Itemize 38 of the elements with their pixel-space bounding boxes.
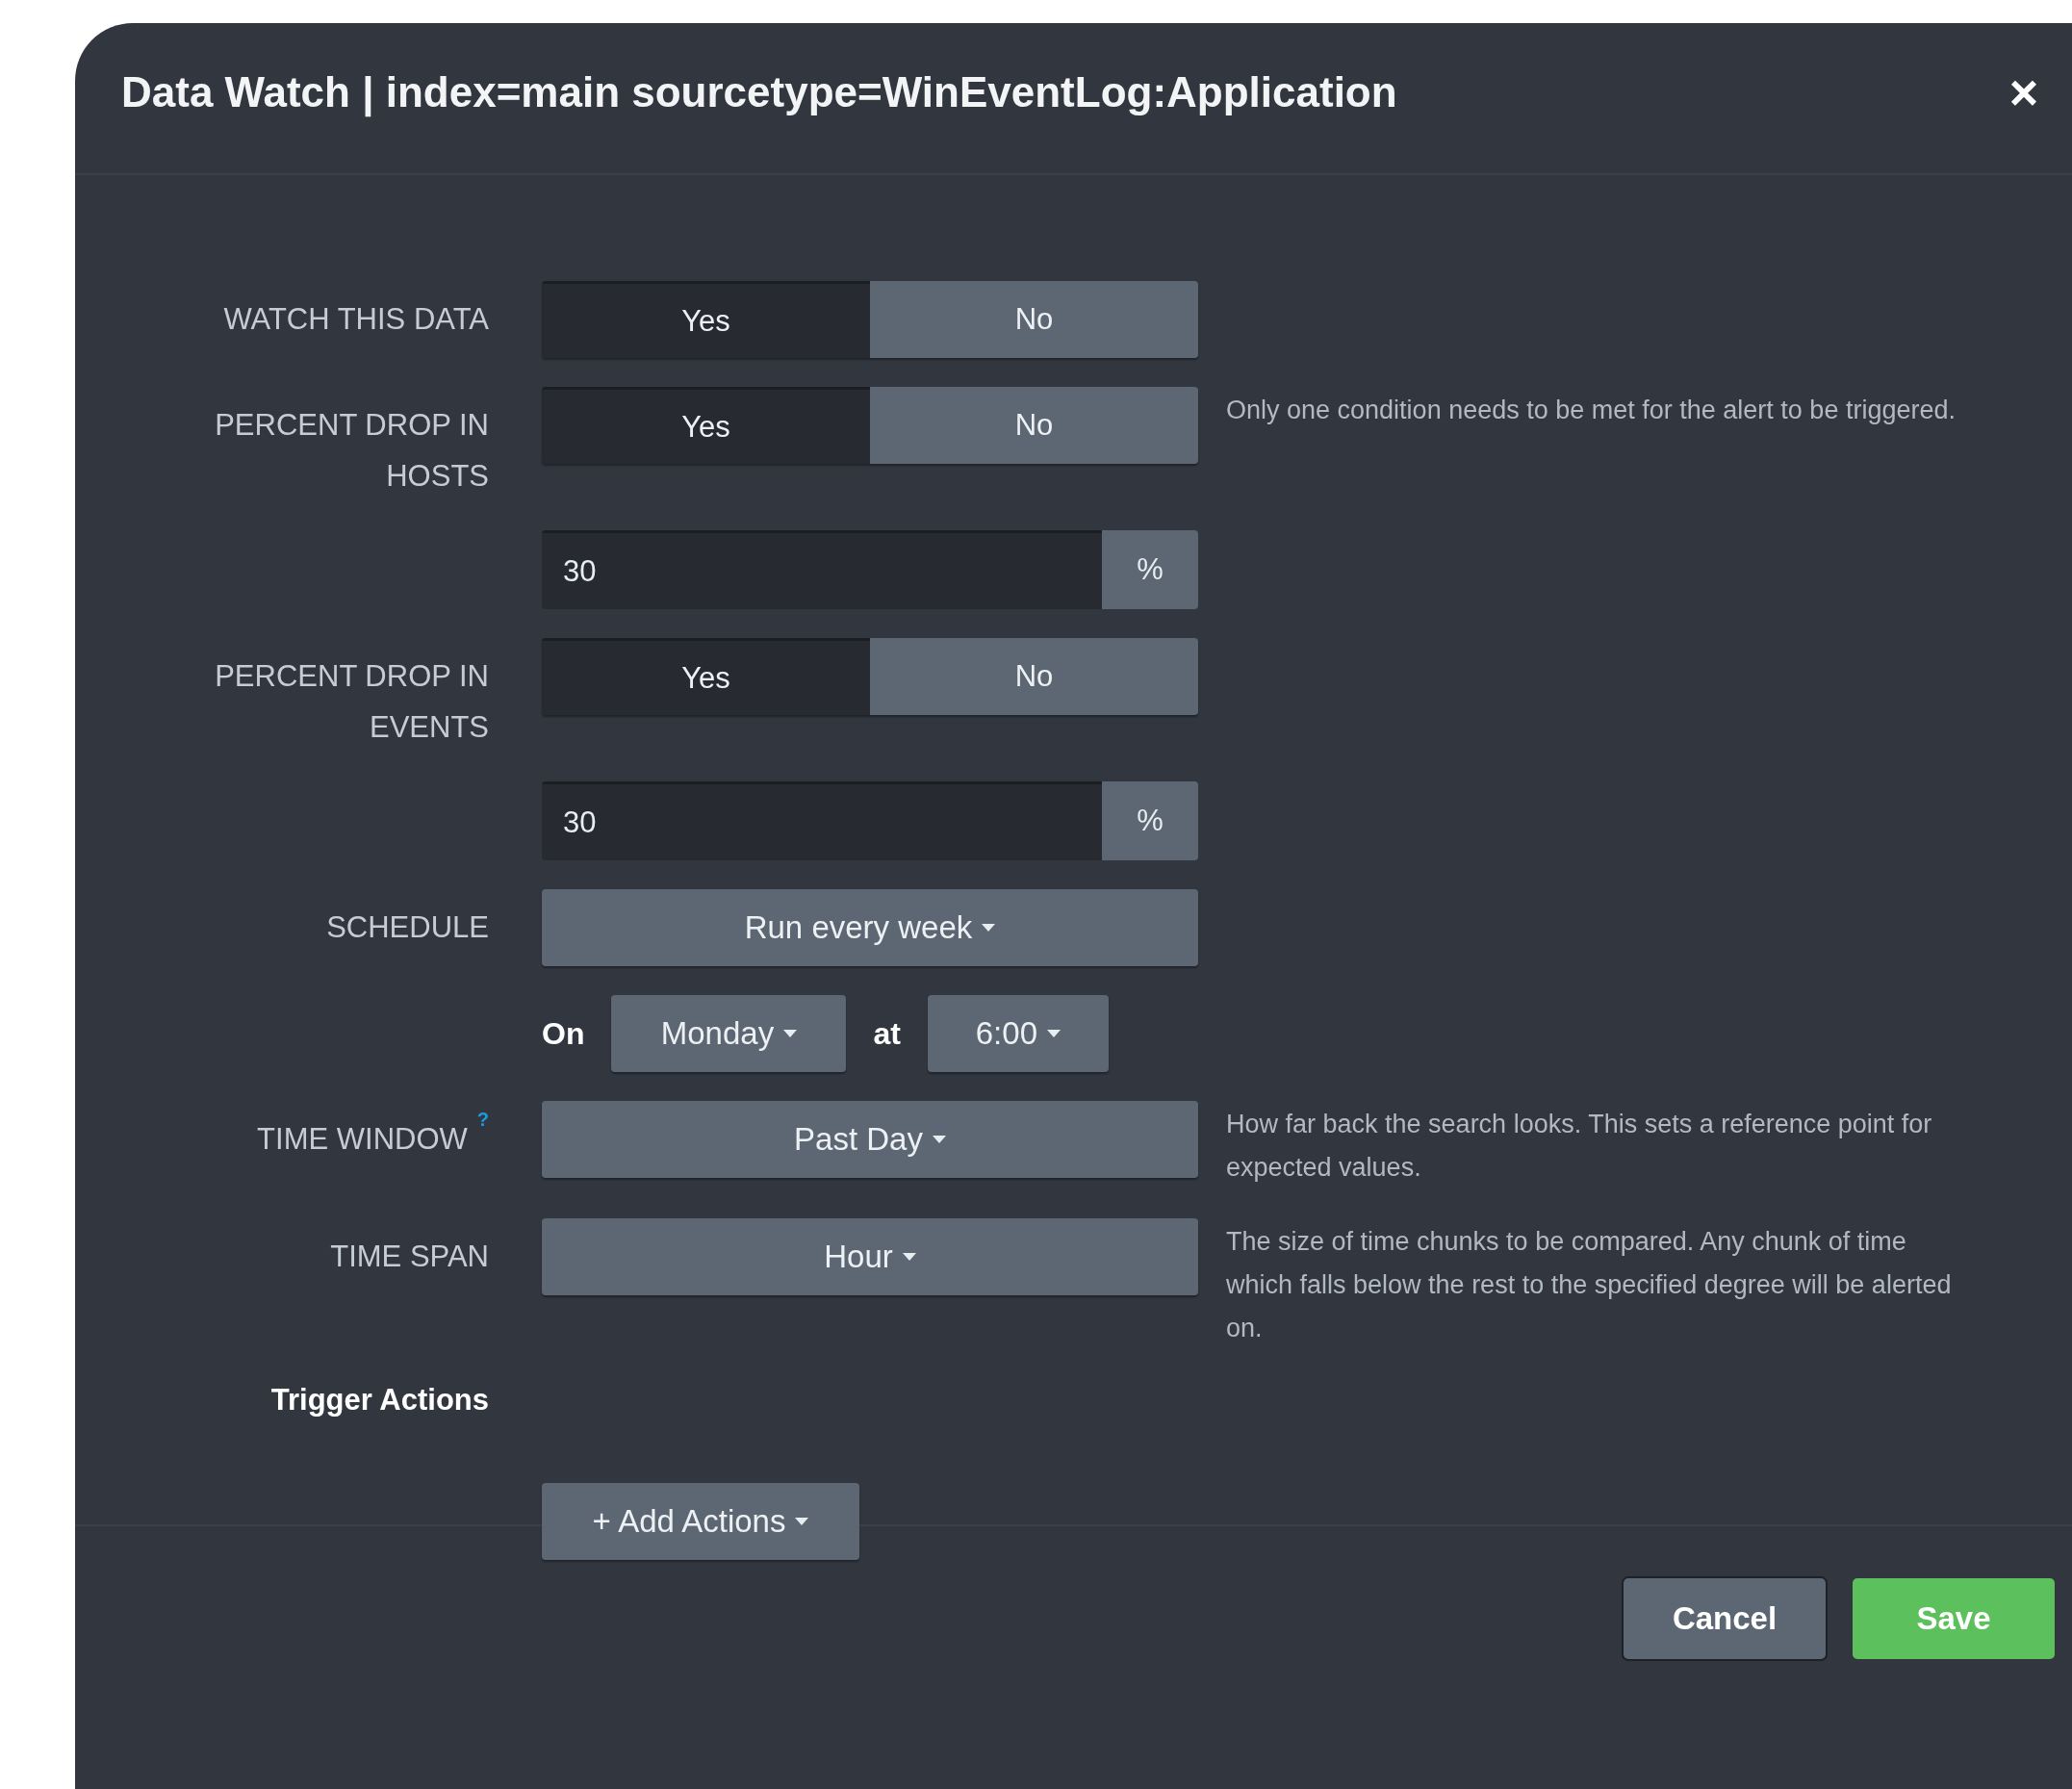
caret-icon (795, 1518, 809, 1525)
toggle-option[interactable]: No (870, 281, 1198, 358)
toggle-option[interactable]: No (870, 387, 1198, 464)
dropdown-button[interactable]: Run every week (542, 889, 1198, 966)
toggle-option[interactable]: Yes (542, 281, 870, 358)
field-label: WATCH THIS DATA (222, 301, 489, 338)
section-heading: Trigger Actions (270, 1382, 489, 1418)
field-label: TIME WINDOW (257, 1121, 468, 1158)
at-label: at (873, 1015, 901, 1052)
toggle-option[interactable]: No (870, 638, 1198, 715)
field-label: PERCENT DROP IN EVENTS (214, 658, 489, 746)
number-input[interactable]: 30 (542, 781, 1102, 860)
caret-icon (982, 924, 996, 932)
toggle-option[interactable]: Yes (542, 387, 870, 464)
number-input[interactable]: 30 (542, 530, 1102, 609)
caret-icon (1047, 1030, 1061, 1037)
dialog-title: Data Watch | index=main sourcetype=WinEventLog:Application (121, 68, 1398, 116)
help-text: Only one condition needs to be met for the alert to be triggered. (1226, 395, 1957, 426)
day-dropdown[interactable]: Monday (611, 995, 847, 1072)
on-label: On (542, 1015, 585, 1052)
help-text: How far back the search looks. This sets a reference point for expected values. (1226, 1109, 1933, 1184)
dropdown-button[interactable]: Past Day (542, 1101, 1198, 1178)
unit-addon: % (1102, 530, 1198, 609)
help-link[interactable]: ? (476, 1110, 489, 1129)
field-label: TIME SPAN (330, 1239, 489, 1275)
caret-icon (902, 1253, 916, 1261)
field-label: SCHEDULE (326, 909, 489, 946)
dropdown-button[interactable]: Hour (542, 1218, 1198, 1295)
field-label: PERCENT DROP IN HOSTS (214, 407, 489, 495)
add-actions-button[interactable]: + Add Actions (542, 1483, 859, 1560)
caret-icon (932, 1136, 946, 1143)
toggle-option[interactable]: Yes (542, 638, 870, 715)
caret-icon (783, 1030, 798, 1037)
cancel-button[interactable]: Cancel (1624, 1578, 1826, 1659)
unit-addon: % (1102, 781, 1198, 860)
close-button[interactable]: × (2001, 67, 2046, 117)
help-text: The size of time chunks to be compared. Any chunk of time which falls below the rest to the specified degree will be alerted on. (1226, 1226, 1953, 1344)
time-dropdown[interactable]: 6:00 (927, 995, 1109, 1072)
